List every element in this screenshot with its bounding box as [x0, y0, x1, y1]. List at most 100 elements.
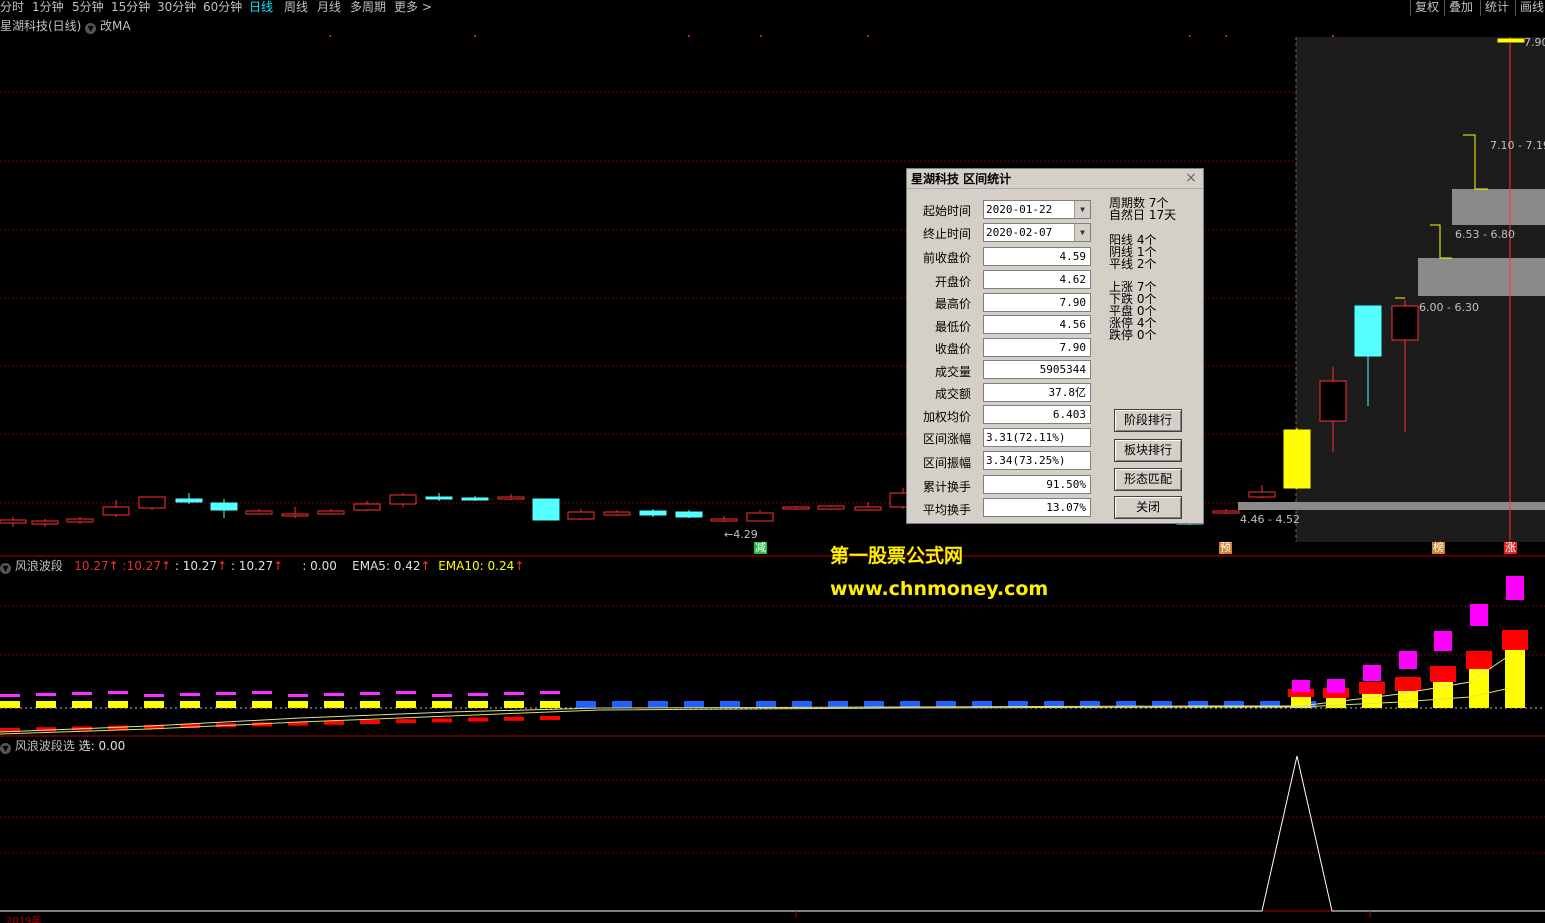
ind1-bar-cap: [1434, 631, 1452, 651]
open-label: 开盘价: [934, 275, 971, 289]
volume-label: 成交量: [934, 365, 971, 379]
chevron-down-icon[interactable]: ▼: [0, 743, 11, 754]
turnover-field[interactable]: 91.50%: [983, 475, 1091, 494]
ind1-bar-low: [432, 718, 452, 723]
ind1-value-2: :10.27: [122, 559, 161, 573]
candle-body: [317, 510, 345, 515]
ind1-bar-cap: [216, 692, 236, 695]
ema10-value: EMA10: 0.24: [438, 559, 515, 573]
ind1-bar-cap: [1399, 651, 1417, 669]
start-time-label: 起始时间: [922, 204, 971, 218]
amplitude-label: 区间振幅: [922, 456, 971, 470]
change-field[interactable]: 3.31(72.11%): [983, 428, 1091, 447]
vwap-field[interactable]: 6.403: [983, 405, 1091, 424]
ind1-value-2-num: 10.27: [126, 559, 161, 573]
stat-limit-down: 跌停 0个: [1109, 328, 1157, 342]
candle-body: [281, 513, 309, 517]
bottom-axis-year: 2019年: [6, 916, 42, 923]
candle-body: [31, 520, 59, 525]
top-markers: [329, 35, 1334, 37]
ind1-bar: [540, 701, 560, 708]
candle-body: [1497, 38, 1525, 43]
price-label-low: ←4.29: [724, 528, 758, 541]
candle-body: [1248, 491, 1276, 498]
dialog-title: 星湖科技 区间统计: [907, 169, 1203, 189]
marker-tag-4[interactable]: 涨: [1504, 542, 1517, 554]
ind1-bar: [216, 701, 236, 708]
ind1-bar: [0, 701, 20, 708]
ind1-bar: [504, 701, 524, 708]
ind1-bar-cap: [504, 692, 524, 695]
marker-tag-1[interactable]: 减: [754, 542, 767, 554]
candle-body: [639, 510, 667, 516]
turnover-label: 累计换手: [922, 480, 971, 494]
ind1-bar-cap: [1327, 679, 1345, 693]
amount-field[interactable]: 37.8亿: [983, 383, 1091, 402]
bottom-axis-ticks: [795, 911, 1371, 918]
marker-tag-3[interactable]: 榜: [1432, 542, 1445, 554]
indicator2-name[interactable]: 风浪波段选: [15, 739, 75, 753]
avg-turnover-label: 平均换手: [922, 503, 971, 517]
zone-label-3: 6.00 - 6.30: [1419, 301, 1479, 314]
range-stats-dialog: 星湖科技 区间统计 × 起始时间 2020-01-22 ▼ 终止时间 2020-0…: [906, 168, 1204, 524]
pattern-match-button[interactable]: 形态匹配: [1114, 468, 1182, 491]
high-field[interactable]: 7.90: [983, 293, 1091, 312]
chevron-down-icon[interactable]: ▼: [1074, 224, 1090, 241]
change-label: 区间涨幅: [922, 432, 971, 446]
candle-body: [66, 518, 94, 523]
low-label: 最低价: [934, 320, 971, 334]
ind1-bar-cap: [396, 691, 416, 694]
candle-body: [1319, 380, 1347, 422]
indicator1-name[interactable]: 风浪波段: [15, 559, 63, 573]
ind1-bar-cap: [180, 693, 200, 696]
ind1-bar: [36, 701, 56, 708]
up-arrow-icon: ↑: [420, 559, 431, 573]
prev-close-field[interactable]: 4.59: [983, 247, 1091, 266]
close-field[interactable]: 7.90: [983, 338, 1091, 357]
ind1-bar-cap: [36, 693, 56, 696]
marker-tag-2[interactable]: 预: [1219, 542, 1232, 554]
avg-turnover-field[interactable]: 13.07%: [983, 498, 1091, 517]
selection-signal-line: [0, 755, 1545, 912]
ind1-bar-cap: [324, 693, 344, 696]
sector-rank-button[interactable]: 板块排行: [1114, 439, 1182, 462]
amount-label: 成交额: [934, 387, 971, 401]
ind1-bar-cap: [468, 693, 488, 696]
zone-box-1: [1452, 189, 1545, 225]
low-field[interactable]: 4.56: [983, 315, 1091, 334]
ind1-bar: [432, 701, 452, 708]
candle-body: [675, 511, 703, 518]
ind1-bar: [324, 701, 344, 708]
end-time-select[interactable]: 2020-02-07 ▼: [983, 223, 1091, 242]
ind1-bar-cap: [360, 692, 380, 695]
watermark-title: 第一股票公式网: [830, 545, 964, 567]
ind1-bar: [144, 701, 164, 708]
ind1-bar-cap: [288, 694, 308, 697]
ind1-bar-red: [1359, 682, 1385, 694]
close-button[interactable]: 关闭: [1114, 496, 1182, 519]
ind1-bar: [684, 701, 704, 708]
ind1-bar-cap: [432, 694, 452, 697]
chevron-down-icon[interactable]: ▼: [1074, 201, 1090, 218]
zone-box-3: [1238, 502, 1545, 510]
ind1-value-1: 10.27: [74, 559, 109, 573]
candle-body: [102, 506, 130, 516]
start-time-select[interactable]: 2020-01-22 ▼: [983, 200, 1091, 219]
chevron-down-icon[interactable]: ▼: [0, 563, 11, 574]
close-icon[interactable]: ×: [1184, 171, 1198, 185]
candle-body: [746, 512, 774, 522]
up-arrow-icon: ↑: [273, 559, 284, 573]
stage-rank-button[interactable]: 阶段排行: [1114, 409, 1182, 432]
open-field[interactable]: 4.62: [983, 270, 1091, 289]
amplitude-field[interactable]: 3.34(73.25%): [983, 451, 1091, 470]
indicator1-title: ▼ 风浪波段 10.27↑ :10.27↑ : 10.27↑ : 10.27↑ …: [0, 557, 524, 574]
ind1-bar: [252, 701, 272, 708]
ind1-bar: [288, 701, 308, 708]
stat-flat: 平线 2个: [1109, 257, 1157, 271]
ind1-value-3: : 10.27: [174, 559, 218, 573]
candle-body: [497, 496, 525, 500]
ind1-bar-cap: [72, 692, 92, 695]
candle-body: [854, 506, 882, 511]
volume-field[interactable]: 5905344: [983, 360, 1091, 379]
ind1-bar-red: [1430, 666, 1456, 682]
